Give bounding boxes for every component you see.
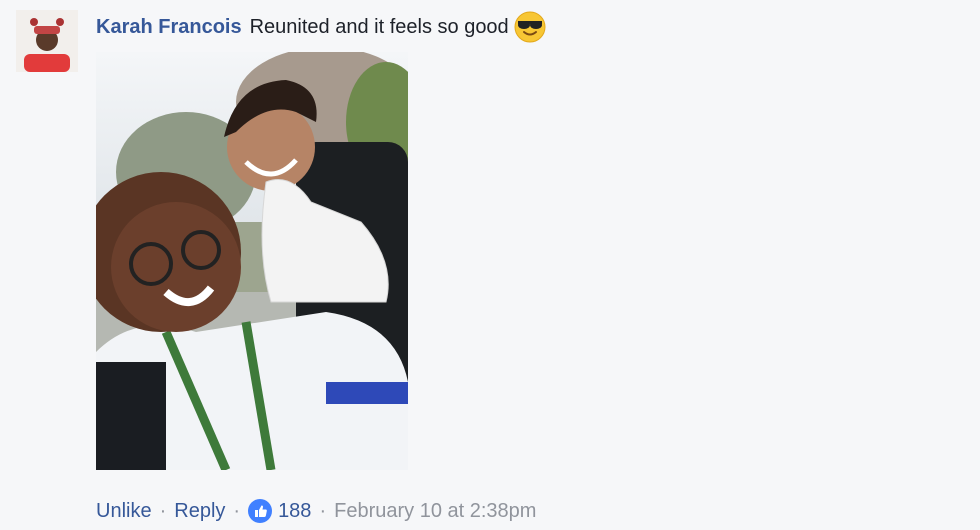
comment-actions: Unlike · Reply · 188 · February 10 at 2:…	[96, 496, 536, 526]
separator-dot: ·	[233, 499, 241, 522]
separator-dot: ·	[319, 499, 327, 522]
avatar-image	[16, 10, 78, 72]
avatar[interactable]	[16, 10, 78, 72]
unlike-link[interactable]: Unlike	[96, 500, 152, 523]
comment-photo[interactable]	[96, 52, 408, 470]
thumbs-up-icon[interactable]	[248, 499, 273, 523]
comment-header: Karah Francois Reunited and it feels so …	[96, 10, 547, 44]
comment: Karah Francois Reunited and it feels so …	[0, 0, 980, 530]
selfie-photo	[96, 52, 408, 470]
like-count[interactable]: 188	[278, 500, 311, 523]
sunglasses-emoji-icon	[513, 10, 547, 44]
author-name[interactable]: Karah Francois	[96, 16, 242, 39]
separator-dot: ·	[159, 499, 167, 522]
comment-text: Reunited and it feels so good	[249, 15, 509, 38]
reply-link[interactable]: Reply	[174, 500, 225, 523]
comment-timestamp[interactable]: February 10 at 2:38pm	[334, 500, 536, 523]
